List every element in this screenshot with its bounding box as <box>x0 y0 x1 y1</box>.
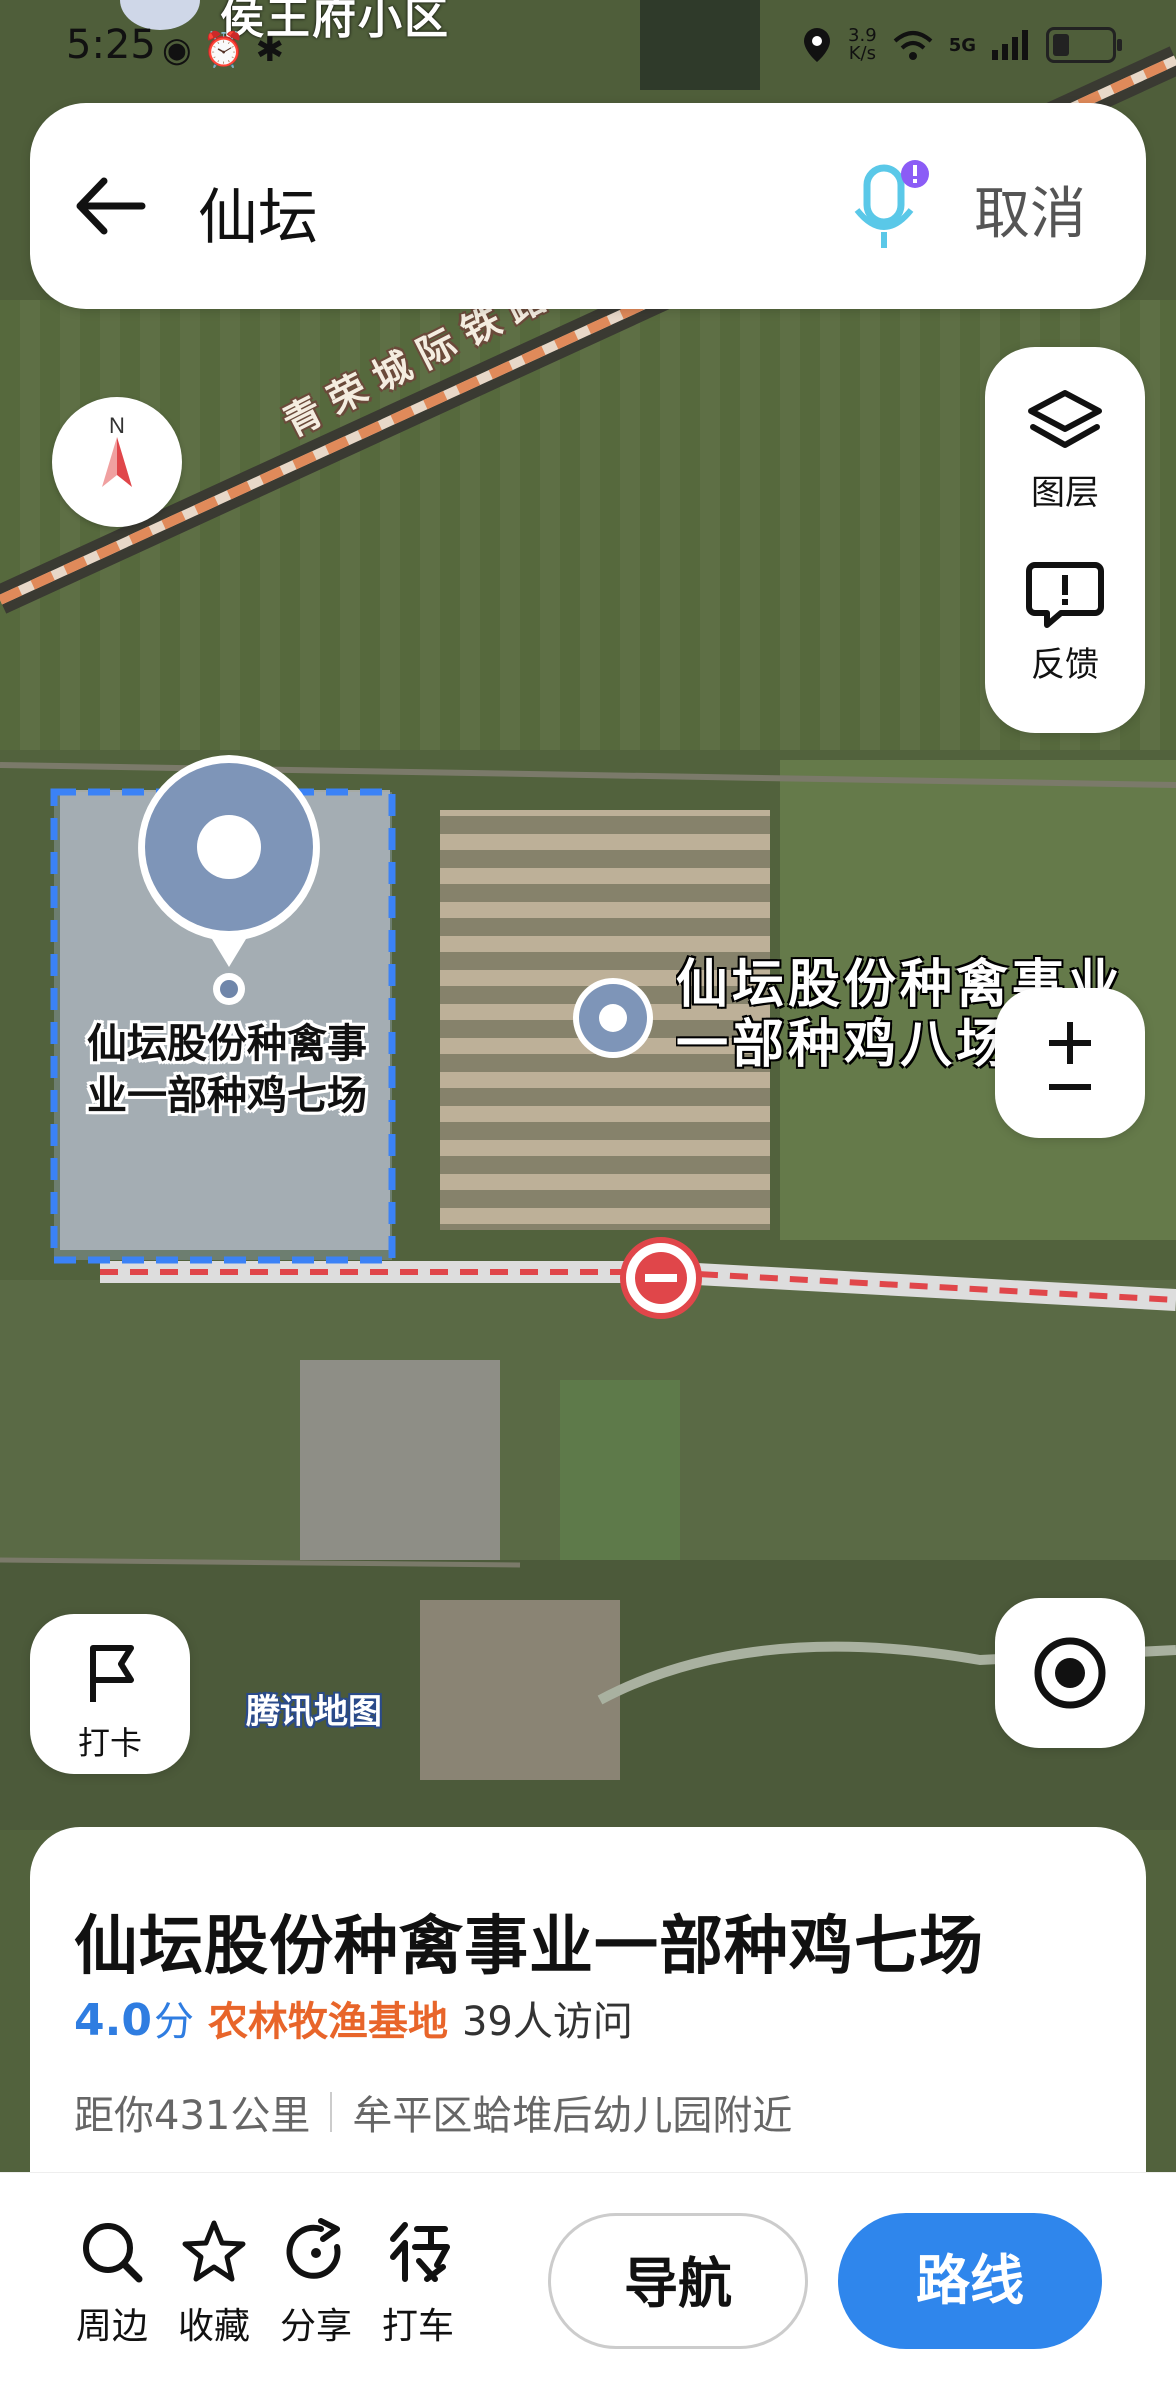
compass-icon: N <box>102 413 132 487</box>
status-bar: 侯王府小区 5:25 ◉ ⏰ ✱ 3.9 K/s 5G <box>0 0 1176 90</box>
favorite-button[interactable]: 收藏 <box>164 2217 264 2349</box>
battery-icon <box>1046 27 1122 63</box>
compass-button[interactable]: N <box>52 397 182 527</box>
place-meta: 4.0 分 农林牧渔基地 39人访问 <box>74 1989 633 2047</box>
status-left-icons: ◉ ⏰ ✱ <box>162 30 284 70</box>
my-location-button[interactable] <box>995 1598 1145 1748</box>
divider <box>330 2092 333 2132</box>
speed-unit: K/s <box>848 43 876 64</box>
map-tools-panel: 图层 反馈 <box>985 347 1145 733</box>
place-address: 牟平区蛤堆后幼儿园附近 <box>352 2093 793 2139</box>
cancel-button[interactable]: 取消 <box>974 169 1086 250</box>
selected-poi-label-line1: 仙坛股份种禽事 <box>87 1021 367 1067</box>
flag-icon <box>90 1645 134 1702</box>
search-icon <box>83 2223 143 2283</box>
alarm-icon: ⏰ <box>202 30 245 70</box>
place-card[interactable]: 仙坛股份种禽事业一部种鸡七场 4.0 分 农林牧渔基地 39人访问 距你431公… <box>30 1827 1146 2187</box>
nearby-button[interactable]: 周边 <box>62 2217 162 2349</box>
svg-text:N: N <box>109 413 125 438</box>
poi-marker-icon[interactable] <box>570 975 656 1061</box>
status-time: 5:25 <box>66 22 156 68</box>
search-query[interactable]: 仙坛 <box>198 169 318 256</box>
place-rating-unit: 分 <box>153 1999 194 2045</box>
place-visits: 39人访问 <box>461 1999 633 2045</box>
zoom-button[interactable] <box>995 988 1145 1138</box>
place-distance: 距你431公里 <box>74 2093 311 2139</box>
feedback-button[interactable]: 反馈 <box>985 559 1145 686</box>
layers-label: 图层 <box>1031 473 1099 513</box>
checkin-label: 打卡 <box>77 1724 142 1762</box>
taxi-icon <box>390 2222 450 2282</box>
share-icon <box>286 2218 341 2279</box>
share-label: 分享 <box>279 2306 352 2347</box>
feedback-label: 反馈 <box>1031 645 1099 685</box>
favorite-label: 收藏 <box>177 2306 250 2347</box>
locate-icon <box>1034 1637 1106 1709</box>
eye-icon: ◉ <box>162 30 192 70</box>
checkin-button[interactable]: 打卡 <box>30 1614 190 1774</box>
share-button[interactable]: 分享 <box>266 2217 366 2349</box>
place-address-row: 距你431公里 牟平区蛤堆后幼儿园附近 <box>74 2083 792 2141</box>
back-arrow-icon[interactable] <box>70 171 150 241</box>
search-bar[interactable]: 仙坛 取消 <box>30 103 1146 309</box>
signal-icon <box>992 30 1028 60</box>
layers-button[interactable]: 图层 <box>985 387 1145 514</box>
layers-icon <box>1028 390 1102 448</box>
location-icon <box>804 28 831 62</box>
zoom-plus-minus-icon <box>1049 1022 1091 1090</box>
route-button[interactable]: 路线 <box>838 2213 1102 2349</box>
road-closed-icon[interactable] <box>618 1235 704 1321</box>
selected-poi-label[interactable]: 仙坛股份种禽事 业一部种鸡七场 <box>72 1018 382 1122</box>
navigate-button[interactable]: 导航 <box>548 2213 808 2349</box>
network-type: 5G <box>948 34 976 56</box>
map-provider-watermark: 腾讯地图 <box>246 1692 382 1732</box>
network-speed: 3.9 K/s <box>848 27 877 63</box>
place-title: 仙坛股份种禽事业一部种鸡七场 <box>74 1910 984 1984</box>
place-rating: 4.0 <box>74 1995 152 2046</box>
taxi-button[interactable]: 打车 <box>368 2217 468 2349</box>
bluetooth-icon: ✱ <box>255 30 285 70</box>
status-right-icons: 3.9 K/s 5G <box>802 26 1122 64</box>
place-category: 农林牧渔基地 <box>207 1999 448 2045</box>
selected-poi-marker-icon[interactable] <box>126 745 332 1005</box>
wifi-icon <box>893 31 933 60</box>
feedback-icon <box>1026 562 1104 628</box>
selected-poi-label-line2: 业一部种鸡七场 <box>87 1073 367 1119</box>
bottom-action-bar: 周边 收藏 分享 打车 导航 路线 <box>0 2172 1176 2401</box>
taxi-label: 打车 <box>381 2306 454 2347</box>
star-icon <box>182 2220 246 2282</box>
nearby-label: 周边 <box>75 2306 148 2347</box>
voice-assistant-icon[interactable] <box>845 158 935 253</box>
